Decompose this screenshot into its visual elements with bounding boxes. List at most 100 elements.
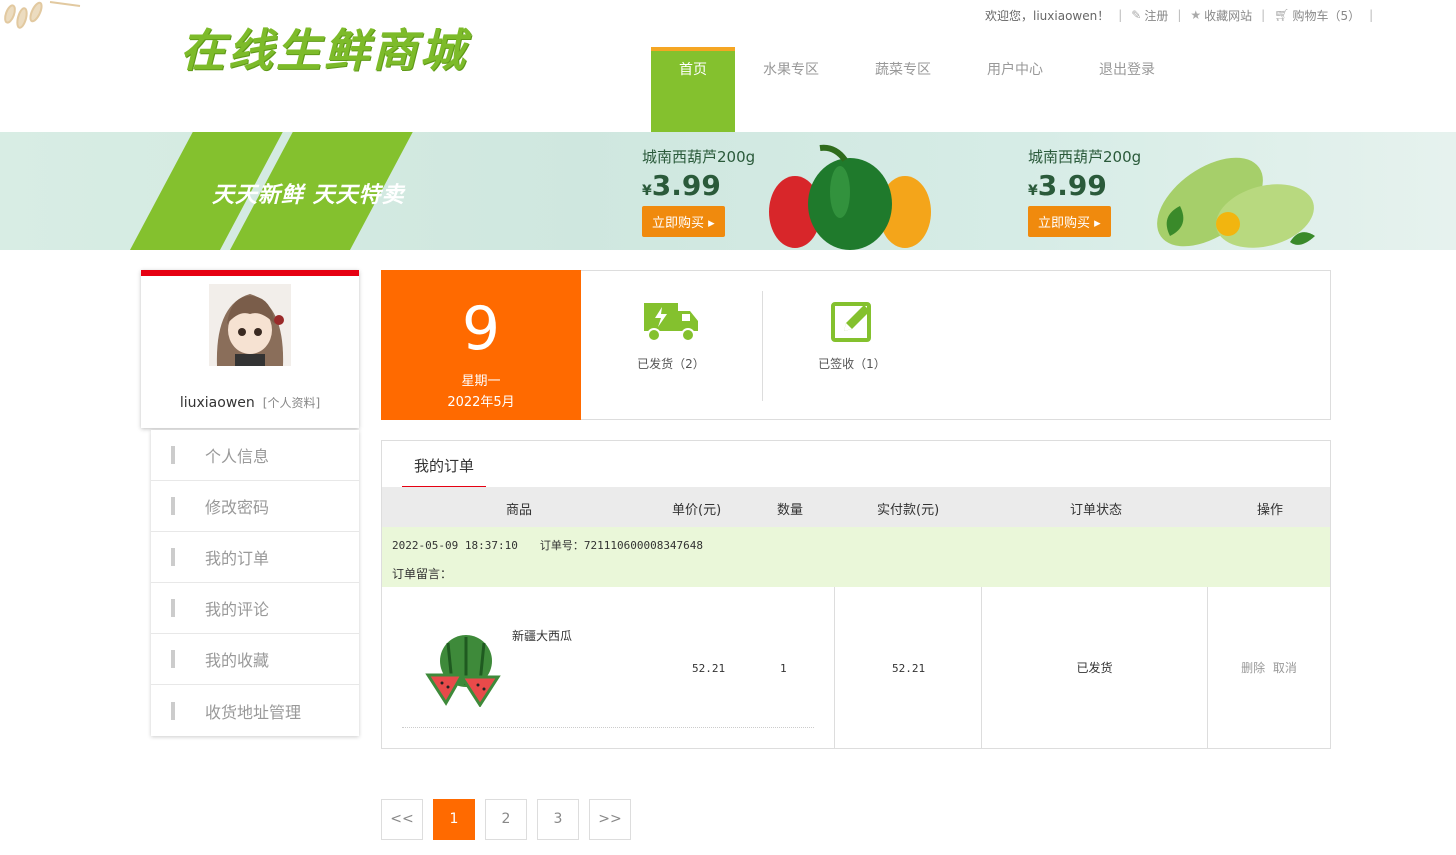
page: 在线生鲜商城 欢迎您，liuxiaowen！ | ✎ 注册 | ★ 收藏网站 |…: [0, 0, 1456, 855]
banner-slogan: 天天新鲜 天天特卖: [212, 183, 405, 208]
menu-item-personal-info[interactable]: 个人信息: [151, 430, 359, 481]
favorite-site-link[interactable]: 收藏网站: [1204, 7, 1252, 24]
profile-details-link[interactable]: [个人资料]: [263, 396, 320, 410]
peppers-image: [769, 144, 931, 250]
orders-table-header: 商品 单价(元) 数量 实付款(元) 订单状态 操作: [382, 487, 1330, 527]
zucchini-image: [1157, 157, 1315, 248]
page-2-button[interactable]: 2: [485, 799, 527, 840]
order-number: 订单号：721110600008347648: [539, 539, 704, 552]
stat-shipped-label: 已发货（2）: [637, 357, 705, 371]
menu-item-my-comments[interactable]: 我的评论: [151, 583, 359, 634]
date-weekday: 星期一: [461, 374, 501, 389]
next-page-button[interactable]: >>: [589, 799, 631, 840]
promo-price: ¥3.99: [1028, 169, 1141, 202]
stat-received-label: 已签收（1）: [818, 357, 886, 371]
menu-item-my-orders[interactable]: 我的订单: [151, 532, 359, 583]
menu-item-address-management[interactable]: 收货地址管理: [151, 685, 359, 736]
menu-marker: [171, 497, 175, 515]
delete-order-link[interactable]: 删除: [1241, 661, 1265, 675]
nav-logout[interactable]: 退出登录: [1071, 47, 1183, 132]
site-logo[interactable]: 在线生鲜商城: [180, 14, 468, 79]
user-menu: 个人信息 修改密码 我的订单 我的评论 我的收藏 收货地址管理: [151, 430, 359, 736]
menu-marker: [171, 701, 175, 720]
nav-user-center[interactable]: 用户中心: [959, 47, 1071, 132]
orders-panel: 我的订单 商品 单价(元) 数量 实付款(元) 订单状态 操作 2022-05-…: [381, 440, 1331, 749]
promo-price-value: 3.99: [1037, 169, 1107, 202]
tab-my-orders[interactable]: 我的订单: [402, 455, 486, 489]
col-unit-price: 单价(元): [672, 503, 722, 518]
col-product: 商品: [506, 503, 533, 518]
promo-card: 城南西葫芦200g ¥3.99 立即购买 ▸: [642, 146, 755, 237]
date-day: 9: [461, 294, 501, 364]
divider: [402, 727, 814, 728]
watermelon-image[interactable]: [422, 627, 502, 707]
prev-page-button[interactable]: <<: [381, 799, 423, 840]
avatar[interactable]: [209, 284, 291, 366]
page-1-button[interactable]: 1: [433, 799, 475, 840]
welcome-text: 欢迎您，liuxiaowen！: [985, 8, 1110, 23]
col-quantity: 数量: [777, 503, 804, 518]
col-paid: 实付款(元): [877, 503, 940, 518]
pagination: << 1 2 3 >>: [381, 799, 631, 840]
buy-now-button[interactable]: 立即购买 ▸: [642, 206, 725, 237]
star-icon: ★: [1190, 8, 1202, 22]
wheat-decoration-icon: [4, 1, 81, 29]
menu-item-change-password[interactable]: 修改密码: [151, 481, 359, 532]
menu-item-label: 个人信息: [205, 447, 270, 466]
menu-item-my-favorites[interactable]: 我的收藏: [151, 634, 359, 685]
register-link[interactable]: 注册: [1144, 7, 1168, 24]
separator: |: [1118, 8, 1123, 22]
divider: [762, 291, 763, 401]
menu-marker: [171, 446, 175, 464]
promo-product-name: 城南西葫芦200g: [1028, 148, 1142, 166]
currency-symbol: ¥: [642, 183, 652, 199]
delivery-truck-icon: [644, 303, 698, 342]
promo-card: 城南西葫芦200g ¥3.99 立即购买 ▸: [1028, 146, 1141, 237]
top-links-bar: 欢迎您，liuxiaowen！ | ✎ 注册 | ★ 收藏网站 | 🛒︎ 购物车…: [985, 6, 1382, 24]
menu-marker: [171, 650, 175, 668]
cancel-order-link[interactable]: 取消: [1273, 661, 1297, 675]
order-note: 订单留言：: [392, 567, 453, 581]
separator: |: [1261, 8, 1266, 22]
nav-vegetables[interactable]: 蔬菜专区: [847, 47, 959, 132]
menu-marker: [171, 599, 175, 617]
profile-username: liuxiaowen [个人资料]: [141, 394, 359, 411]
col-action: 操作: [1257, 503, 1284, 518]
col-status: 订单状态: [1070, 503, 1123, 518]
product-name[interactable]: 新疆大西瓜: [512, 627, 572, 644]
menu-item-label: 修改密码: [205, 498, 270, 517]
cart-link[interactable]: 购物车（5）: [1292, 7, 1360, 24]
stat-received[interactable]: 已签收（1）: [787, 299, 917, 372]
nav-home[interactable]: 首页: [651, 47, 735, 132]
date-year-month: 2022年5月: [447, 395, 515, 410]
quantity-value: 1: [780, 662, 787, 675]
order-meta: 2022-05-09 18:37:10 订单号：72111060000834764…: [392, 537, 725, 553]
paid-value: 52.21: [892, 662, 926, 675]
unit-price-value: 52.21: [692, 662, 726, 675]
nav-fruits[interactable]: 水果专区: [735, 47, 847, 132]
main-nav: 首页 水果专区 蔬菜专区 用户中心 退出登录: [651, 47, 1183, 132]
page-3-button[interactable]: 3: [537, 799, 579, 840]
separator: |: [1177, 8, 1182, 22]
menu-item-label: 我的评论: [205, 600, 270, 619]
edit-sign-icon: [831, 302, 871, 342]
buy-now-button[interactable]: 立即购买 ▸: [1028, 206, 1111, 237]
promo-price-value: 3.99: [651, 169, 721, 202]
promo-price: ¥3.99: [642, 169, 755, 202]
menu-item-label: 收货地址管理: [205, 702, 302, 722]
promo-banner: 天天新鲜 天天特卖 城南西葫芦200g ¥3.99 立即购买 ▸ 城南西葫芦20…: [0, 132, 1456, 250]
order-actions: 删除 取消: [1208, 659, 1330, 676]
profile-card: liuxiaowen [个人资料]: [141, 270, 359, 428]
order-status: 已发货: [1076, 661, 1113, 675]
divider: [834, 587, 835, 748]
cart-icon: 🛒︎: [1274, 8, 1290, 22]
menu-item-label: 我的订单: [205, 549, 270, 568]
menu-marker: [171, 548, 175, 566]
separator: |: [1369, 8, 1374, 22]
currency-symbol: ¥: [1028, 183, 1038, 199]
order-time: 2022-05-09 18:37:10: [392, 539, 518, 552]
promo-product-name: 城南西葫芦200g: [642, 148, 756, 166]
username-text: liuxiaowen: [179, 395, 255, 411]
order-info-row: 2022-05-09 18:37:10 订单号：72111060000834764…: [382, 527, 1330, 587]
stat-shipped[interactable]: 已发货（2）: [606, 299, 736, 372]
